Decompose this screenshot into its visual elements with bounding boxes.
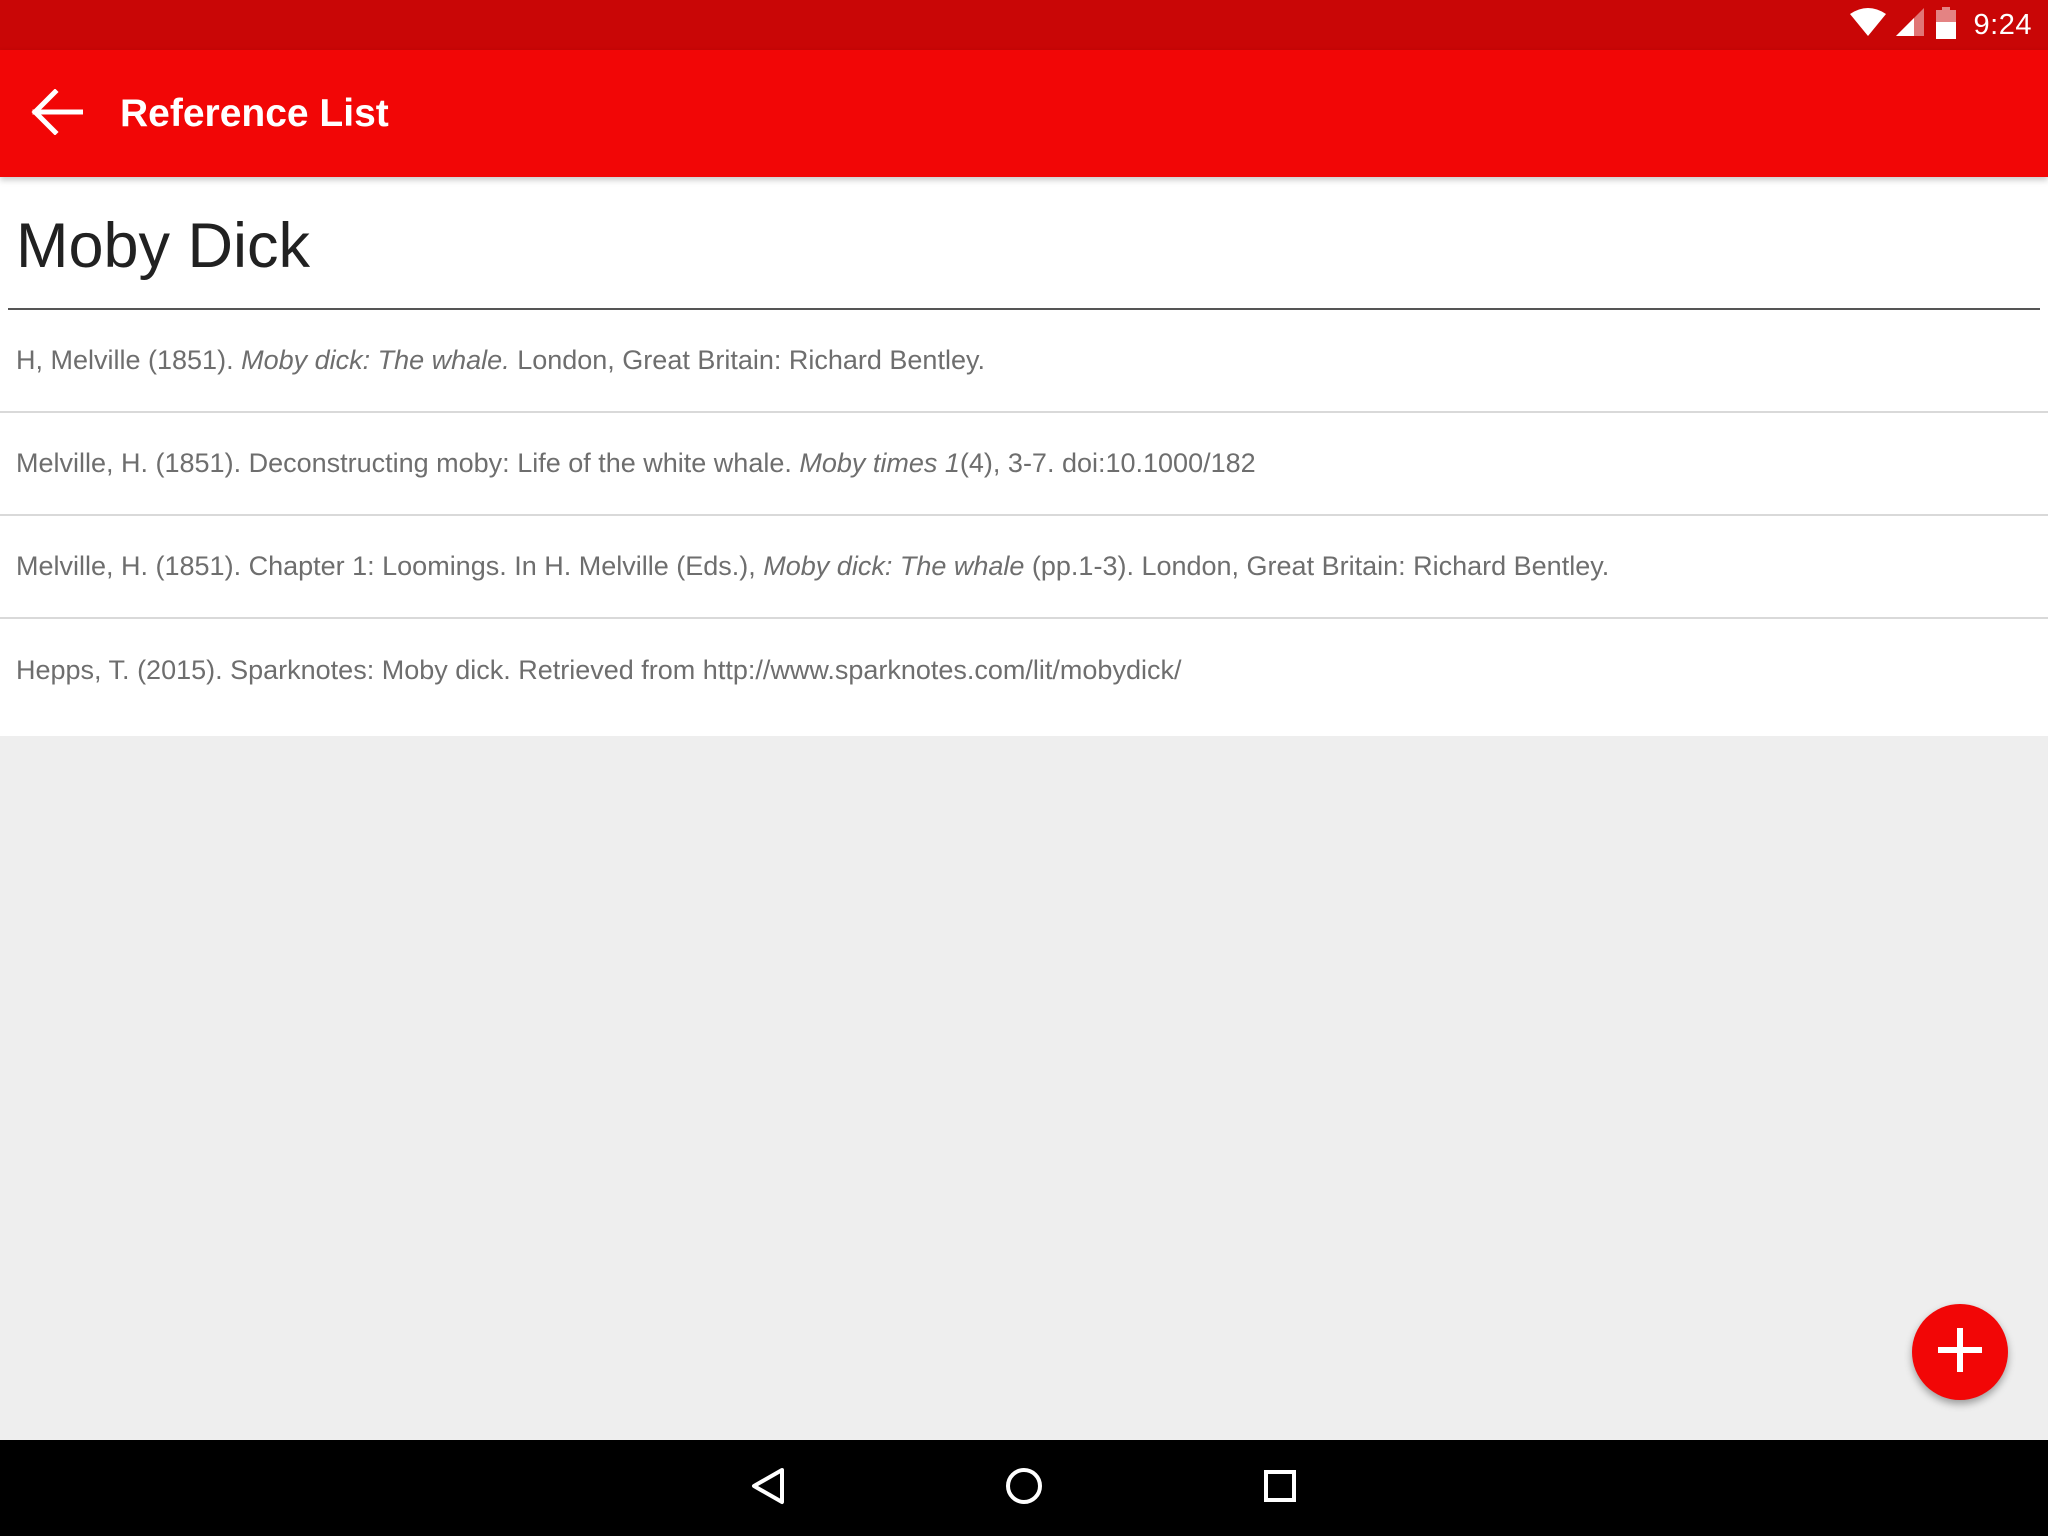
plus-icon	[1936, 1326, 1984, 1379]
reference-list: H, Melville (1851). Moby dick: The whale…	[0, 310, 2048, 722]
cellular-signal-icon	[1895, 7, 1926, 43]
reference-italic-segment: Moby times 1	[799, 448, 960, 478]
nav-back-icon	[750, 1466, 786, 1511]
reference-item[interactable]: H, Melville (1851). Moby dick: The whale…	[0, 310, 2048, 413]
reference-text-segment: (4), 3-7. doi:10.1000/182	[959, 448, 1256, 478]
reference-text-segment: London, Great Britain: Richard Bentley.	[509, 345, 985, 375]
wifi-icon	[1849, 7, 1886, 43]
nav-back-button[interactable]	[732, 1452, 804, 1524]
reference-text-segment: (pp.1-3). London, Great Britain: Richard…	[1024, 551, 1610, 581]
reference-item[interactable]: Melville, H. (1851). Deconstructing moby…	[0, 413, 2048, 516]
recents-icon	[1262, 1468, 1298, 1509]
add-reference-button[interactable]	[1912, 1304, 2008, 1400]
battery-icon	[1935, 6, 1956, 44]
reference-text: Hepps, T. (2015). Sparknotes: Moby dick.…	[16, 655, 1181, 686]
list-title-field[interactable]: Moby Dick	[8, 177, 2040, 310]
reference-text: Melville, H. (1851). Chapter 1: Loomings…	[16, 551, 1609, 582]
app-bar: Reference List	[0, 50, 2048, 177]
recents-button[interactable]	[1244, 1452, 1316, 1524]
back-button[interactable]	[22, 79, 92, 149]
reference-italic-segment: Moby dick: The whale	[763, 551, 1025, 581]
reference-italic-segment: Moby dick: The whale.	[241, 345, 510, 375]
status-time: 9:24	[1973, 8, 2032, 41]
reference-text-segment: Hepps, T. (2015). Sparknotes: Moby dick.…	[16, 655, 1182, 685]
home-icon	[1004, 1466, 1044, 1511]
reference-text-segment: Melville, H. (1851). Deconstructing moby…	[16, 448, 800, 478]
arrow-back-icon	[31, 87, 84, 140]
list-title: Moby Dick	[16, 211, 311, 281]
page-title: Reference List	[120, 92, 389, 135]
reference-text-segment: Melville, H. (1851). Chapter 1: Loomings…	[16, 551, 764, 581]
reference-text: H, Melville (1851). Moby dick: The whale…	[16, 345, 985, 376]
home-button[interactable]	[988, 1452, 1060, 1524]
status-bar: 9:24	[0, 0, 2048, 50]
reference-item[interactable]: Hepps, T. (2015). Sparknotes: Moby dick.…	[0, 619, 2048, 722]
navigation-bar	[0, 1440, 2048, 1536]
reference-text-segment: H, Melville (1851).	[16, 345, 242, 375]
reference-text: Melville, H. (1851). Deconstructing moby…	[16, 448, 1256, 479]
reference-item[interactable]: Melville, H. (1851). Chapter 1: Loomings…	[0, 516, 2048, 619]
content-panel: Moby Dick H, Melville (1851). Moby dick:…	[0, 177, 2048, 736]
status-icons: 9:24	[1849, 0, 2032, 50]
